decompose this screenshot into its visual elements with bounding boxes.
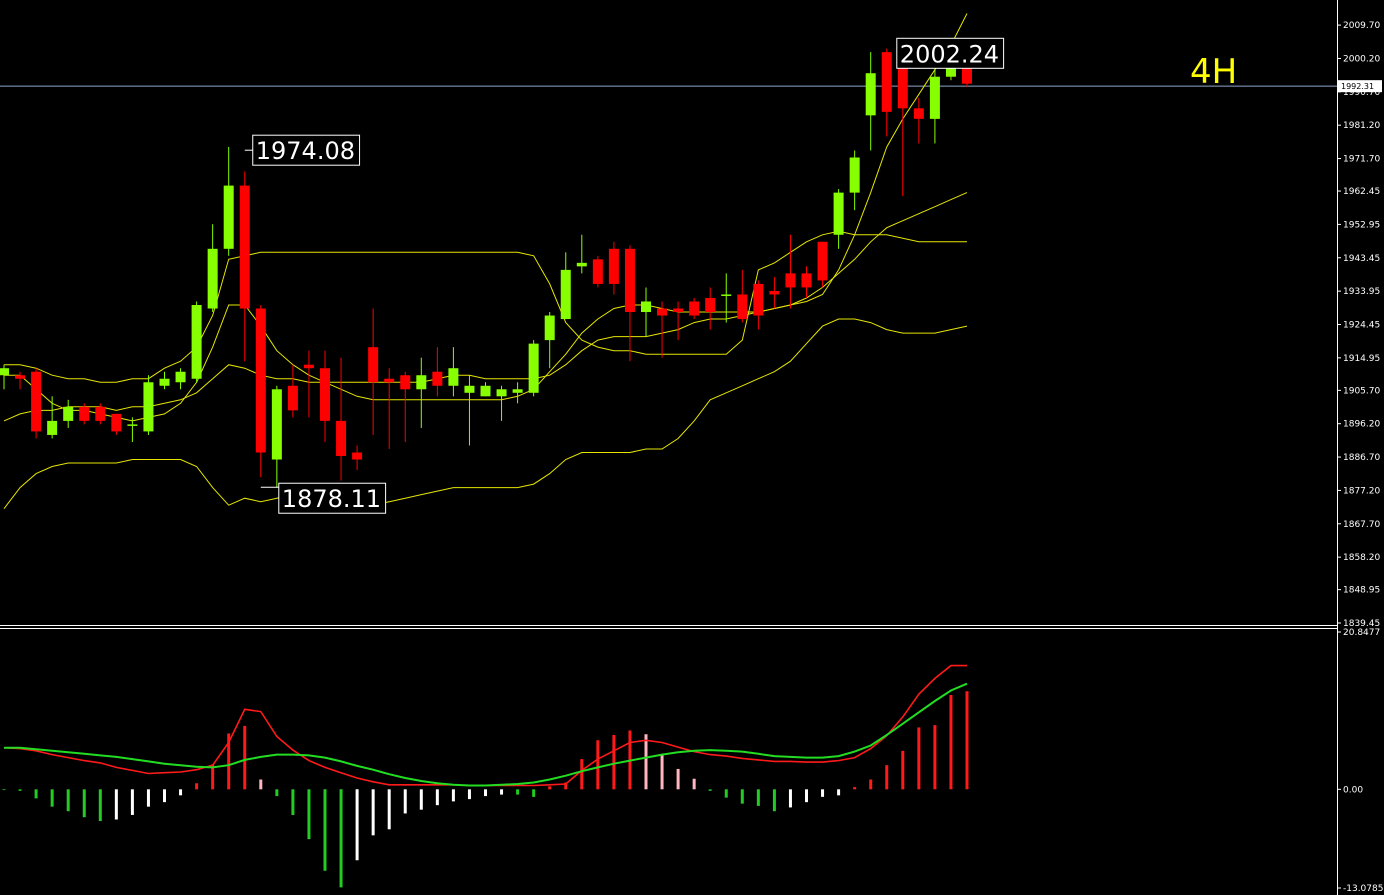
candle-bull (721, 294, 732, 296)
candle-bull (480, 385, 491, 397)
candle-bull (175, 371, 186, 383)
candle-bull (223, 185, 234, 249)
candle-bull (191, 304, 202, 379)
chart-background (0, 0, 1384, 895)
candle-bull (512, 389, 523, 393)
candle-bear (432, 371, 443, 386)
price-tick-label: 1943.45 (1343, 254, 1380, 264)
candle-bull (207, 248, 218, 309)
price-tick-label: 2009.70 (1343, 21, 1380, 31)
candle-bull (47, 420, 58, 435)
price-tick-label: 1981.20 (1343, 121, 1380, 131)
candle-bull (63, 406, 74, 421)
candle-bull (143, 382, 154, 432)
candle-bear (31, 371, 42, 432)
candle-bull (416, 375, 427, 390)
candle-bear (817, 241, 828, 281)
candle-bear (400, 375, 411, 390)
candle-bear (239, 185, 250, 309)
candle-bull (159, 378, 170, 386)
price-tick-label: 1914.95 (1343, 354, 1380, 364)
candle-bear (352, 452, 363, 460)
price-tick-label: 1952.95 (1343, 220, 1380, 230)
candle-bear (255, 308, 266, 453)
price-tick-label: 1858.20 (1343, 553, 1380, 563)
candle-bear (320, 368, 330, 421)
candle-bull (560, 269, 571, 320)
callout-label: 2002.24 (900, 40, 999, 68)
price-tick-label: 1924.45 (1343, 320, 1380, 330)
candle-bear (801, 273, 812, 288)
price-tick-label: 1867.70 (1343, 520, 1380, 530)
candle-bear (785, 273, 796, 288)
candle-bull (849, 157, 860, 193)
candle-bull (865, 73, 876, 116)
candle-bear (673, 308, 684, 313)
current-price-label: 1992.31 (1341, 82, 1374, 91)
candle-bear (384, 378, 395, 383)
candle-bear (95, 406, 106, 421)
price-tick-label: 1896.20 (1343, 420, 1380, 430)
candle-bear (79, 406, 90, 421)
candle-bull (528, 343, 539, 393)
timeframe-label: 4H (1190, 52, 1237, 92)
price-tick-label: 1971.70 (1343, 155, 1380, 165)
callout-label: 1974.08 (256, 137, 355, 165)
candle-bear (368, 347, 379, 383)
price-tick-label: 1933.95 (1343, 287, 1380, 297)
candle-bear (689, 301, 700, 316)
macd-tick-label: 0.00 (1343, 785, 1363, 795)
candle-bull (544, 315, 555, 341)
macd-tick-label: -13.0785 (1343, 884, 1383, 894)
macd-tick-label: 20.8477 (1343, 628, 1380, 638)
candle-bear (287, 385, 298, 411)
candle-bear (881, 52, 892, 112)
candle-bear (657, 308, 668, 316)
callout-label: 1878.11 (282, 485, 381, 513)
candle-bull (271, 389, 282, 460)
candle-bear (705, 297, 716, 313)
candle-bull (0, 368, 9, 376)
candle-bear (15, 375, 26, 379)
candle-bull (496, 389, 507, 397)
candle-bear (913, 108, 924, 119)
price-tick-label: 1848.95 (1343, 586, 1380, 596)
candle-bear (737, 294, 748, 320)
price-tick-label: 2000.20 (1343, 54, 1380, 64)
candle-bear (769, 290, 780, 295)
candle-bear (303, 364, 314, 369)
candle-bull (833, 192, 844, 235)
candle-bear (592, 259, 603, 284)
candle-bull (641, 301, 651, 313)
candle-bull (464, 385, 475, 393)
candle-bull (127, 424, 138, 426)
candle-bull (929, 76, 940, 119)
price-tick-label: 1877.20 (1343, 486, 1380, 496)
chart-canvas: 2009.702000.201990.701981.201971.701962.… (0, 0, 1384, 895)
candle-bull (448, 368, 459, 386)
candle-bear (624, 248, 635, 313)
candle-bear (608, 248, 619, 284)
price-tick-label: 1886.70 (1343, 453, 1380, 463)
price-tick-label: 1962.45 (1343, 187, 1380, 197)
candle-bear (111, 413, 122, 432)
candle-bull (576, 262, 587, 267)
price-tick-label: 1905.70 (1343, 386, 1380, 396)
candle-bear (336, 420, 347, 457)
candle-bear (753, 283, 764, 316)
chart-root: 2009.70 2000.20 1990.70 1981.20 1971.70 1962.… (0, 0, 1384, 895)
